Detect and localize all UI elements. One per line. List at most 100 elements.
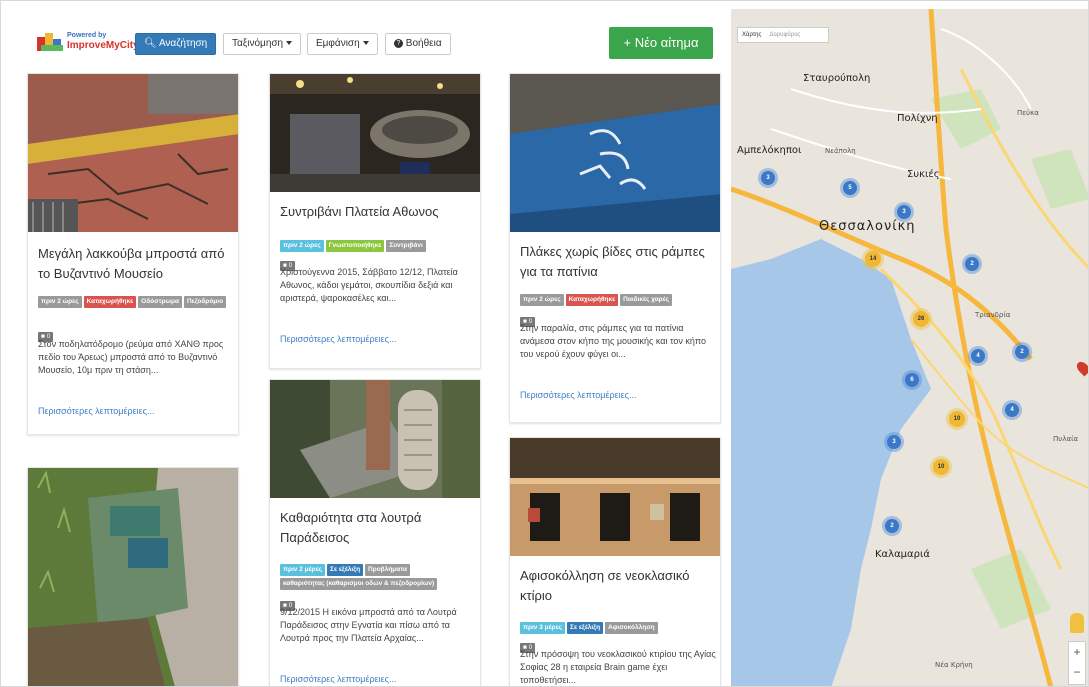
issue-photo[interactable] [510, 74, 720, 232]
map-label: Πολίχνη [897, 113, 938, 124]
map-type-switcher[interactable]: Χάρτης Δορυφόρος [737, 27, 829, 43]
status-badge: Καταχωρήθηκε [565, 294, 619, 306]
improvemycity-logo[interactable]: Powered by ImproveMyCity [37, 31, 139, 55]
issue-description: Χριστούγεννα 2015, Σάββατο 12/12, Πλατεί… [280, 267, 458, 303]
time-badge: πριν 2 ώρες [520, 294, 564, 306]
logo-name: ImproveMyCity [67, 40, 139, 51]
map-label: Νέα Κρήνη [935, 661, 973, 669]
app-frame: Powered by ImproveMyCity 🔍︎ Αναζήτηση Τα… [0, 0, 1089, 687]
map-label: Νεάπολη [825, 147, 856, 155]
issue-card[interactable]: Μεγάλη λακκούβα μπροστά από το Βυζαντινό… [27, 73, 239, 435]
grass-photo-image [28, 468, 238, 686]
issue-photo[interactable] [510, 438, 720, 556]
issue-card[interactable] [27, 467, 239, 686]
issue-tags: πριν 2 ώρες Καταχωρήθηκε Οδόστρωμα Πεζοδρόμ… [38, 296, 230, 310]
more-details-link[interactable]: Περισσότερες λεπτομέρειες... [38, 406, 155, 416]
map-label: Τριανδρία [975, 311, 1011, 319]
category-badge: Οδόστρωμα [138, 296, 182, 308]
map-cluster-marker[interactable]: 2 [965, 257, 979, 271]
map-cluster-marker[interactable]: 2 [1015, 345, 1029, 359]
help-button[interactable]: ? Βοήθεια [385, 33, 451, 55]
zoom-in-button[interactable]: + [1069, 642, 1085, 662]
sort-dropdown[interactable]: Ταξινόμηση [223, 33, 302, 55]
zoom-control: + − [1068, 641, 1086, 685]
map-label: Συκιές [907, 169, 940, 180]
more-details-link[interactable]: Περισσότερες λεπτομέρειες... [280, 334, 397, 344]
issue-card[interactable]: Καθαριότητα στα λουτρά Παράδεισος πριν 2… [269, 379, 481, 686]
map-cluster-marker[interactable]: 26 [913, 311, 929, 327]
zoom-out-button[interactable]: − [1069, 662, 1085, 682]
issue-photo[interactable] [28, 468, 238, 686]
issue-tags: πριν 2 ώρες Καταχωρήθηκε Παιδικές χαρές [520, 294, 712, 308]
map-cluster-marker[interactable]: 2 [885, 519, 899, 533]
issue-title[interactable]: Συντριβάνι Πλατεία Αθωνος [280, 202, 472, 222]
question-circle-icon: ? [394, 38, 403, 48]
map-label: Σταυρούπολη [803, 73, 871, 84]
issue-title[interactable]: Μεγάλη λακκούβα μπροστά από το Βυζαντινό… [38, 244, 230, 284]
issue-card[interactable]: Αφισοκόλληση σε νεοκλασικό κτίριο πριν 3… [509, 437, 721, 686]
logo-blocks-icon [37, 31, 65, 53]
map-label: Θεσσαλονίκη [819, 219, 916, 234]
baths-photo-image [270, 380, 480, 498]
issue-card[interactable]: Πλάκες χωρίς βίδες στις ράμπες για τα πα… [509, 73, 721, 423]
search-button-label: Αναζήτηση [158, 38, 208, 49]
issue-photo[interactable] [270, 74, 480, 192]
new-issue-button[interactable]: + Νέο αίτημα [609, 27, 713, 59]
issues-map[interactable]: Χάρτης Δορυφόρος Σταυρούπολη Πολίχνη Αμπε… [731, 9, 1088, 686]
fountain-photo-image [270, 74, 480, 192]
time-badge: πριν 2 ώρες [280, 240, 324, 252]
issue-title[interactable]: Αφισοκόλληση σε νεοκλασικό κτίριο [520, 566, 712, 606]
search-icon: 🔍︎ [144, 38, 157, 49]
category-badge: Πεζοδρόμιο [183, 296, 227, 308]
view-dropdown[interactable]: Εμφάνιση [307, 33, 378, 55]
map-cluster-marker[interactable]: 6 [905, 373, 919, 387]
time-badge: πριν 3 μέρες [520, 622, 566, 634]
map-cluster-marker[interactable]: 14 [865, 251, 881, 267]
more-details-link[interactable]: Περισσότερες λεπτομέρειες... [280, 674, 397, 684]
map-label: Καλαμαριά [875, 549, 930, 560]
help-button-label: Βοήθεια [405, 38, 442, 49]
issue-photo[interactable] [270, 380, 480, 498]
issue-tags: πριν 3 μέρες Σε εξέλιξη Αφισοκόλληση [520, 622, 712, 636]
issue-tags: πριν 2 μέρες Σε εξέλιξη Προβλήματα καθαριότ… [280, 564, 472, 592]
sort-dropdown-label: Ταξινόμηση [232, 38, 284, 49]
category-badge: Προβλήματα [365, 564, 410, 576]
category-badge: καθαριότητας (καθαρισμοι οδών & πεζοδρομ… [280, 578, 438, 590]
map-label: Αμπελόκηποι [737, 145, 802, 156]
status-badge: Καταχωρήθηκε [83, 296, 137, 308]
map-cluster-marker[interactable]: 10 [949, 411, 965, 427]
street-view-pegman-icon[interactable] [1070, 613, 1084, 633]
map-cluster-marker[interactable]: 4 [971, 349, 985, 363]
time-badge: πριν 2 ώρες [38, 296, 82, 308]
logo-powered-by: Powered by [67, 32, 107, 39]
neoclassical-building-photo-image [510, 438, 720, 556]
map-tab[interactable]: Χάρτης [738, 28, 765, 42]
search-button[interactable]: 🔍︎ Αναζήτηση [135, 33, 217, 55]
status-badge: Σε εξέλιξη [567, 622, 604, 634]
issue-description: Στην παραλία, στις ράμπες για τα πατίνια… [520, 323, 706, 359]
ramp-photo-image [510, 74, 720, 232]
category-badge: Αφισοκόλληση [605, 622, 658, 634]
chevron-down-icon [286, 41, 293, 46]
time-badge: πριν 2 μέρες [280, 564, 326, 576]
issue-title[interactable]: Καθαριότητα στα λουτρά Παράδεισος [280, 508, 472, 548]
map-cluster-marker[interactable]: 3 [761, 171, 775, 185]
satellite-tab[interactable]: Δορυφόρος [765, 28, 804, 42]
more-details-link[interactable]: Περισσότερες λεπτομέρειες... [520, 390, 637, 400]
map-cluster-marker[interactable]: 10 [933, 459, 949, 475]
map-cluster-marker[interactable]: 4 [1005, 403, 1019, 417]
issue-tags: πριν 2 ώρες Γνωστοποιήθηκε Συντριβάνι [280, 240, 472, 254]
issue-description: Στον ποδηλατόδρομο (ρεύμα από ΧΑΝΘ προς … [38, 339, 224, 375]
map-cluster-marker[interactable]: 3 [887, 435, 901, 449]
issue-card[interactable]: Συντριβάνι Πλατεία Αθωνος πριν 2 ώρες Γνω… [269, 73, 481, 369]
map-cluster-marker[interactable]: 5 [843, 181, 857, 195]
issue-title[interactable]: Πλάκες χωρίς βίδες στις ράμπες για τα πα… [520, 242, 712, 282]
view-dropdown-label: Εμφάνιση [316, 38, 360, 49]
category-badge: Συντριβάνι [386, 240, 426, 252]
issue-description: Στην πρόσοψη του νεοκλασικού κτιρίου της… [520, 649, 716, 685]
map-label: Πεύκα [1017, 109, 1039, 117]
issue-description: 9/12/2015 Η εικόνα μπροστά από τα Λουτρά… [280, 607, 457, 643]
issue-photo[interactable] [28, 74, 238, 232]
status-badge: Σε εξέλιξη [327, 564, 364, 576]
map-cluster-marker[interactable]: 3 [897, 205, 911, 219]
